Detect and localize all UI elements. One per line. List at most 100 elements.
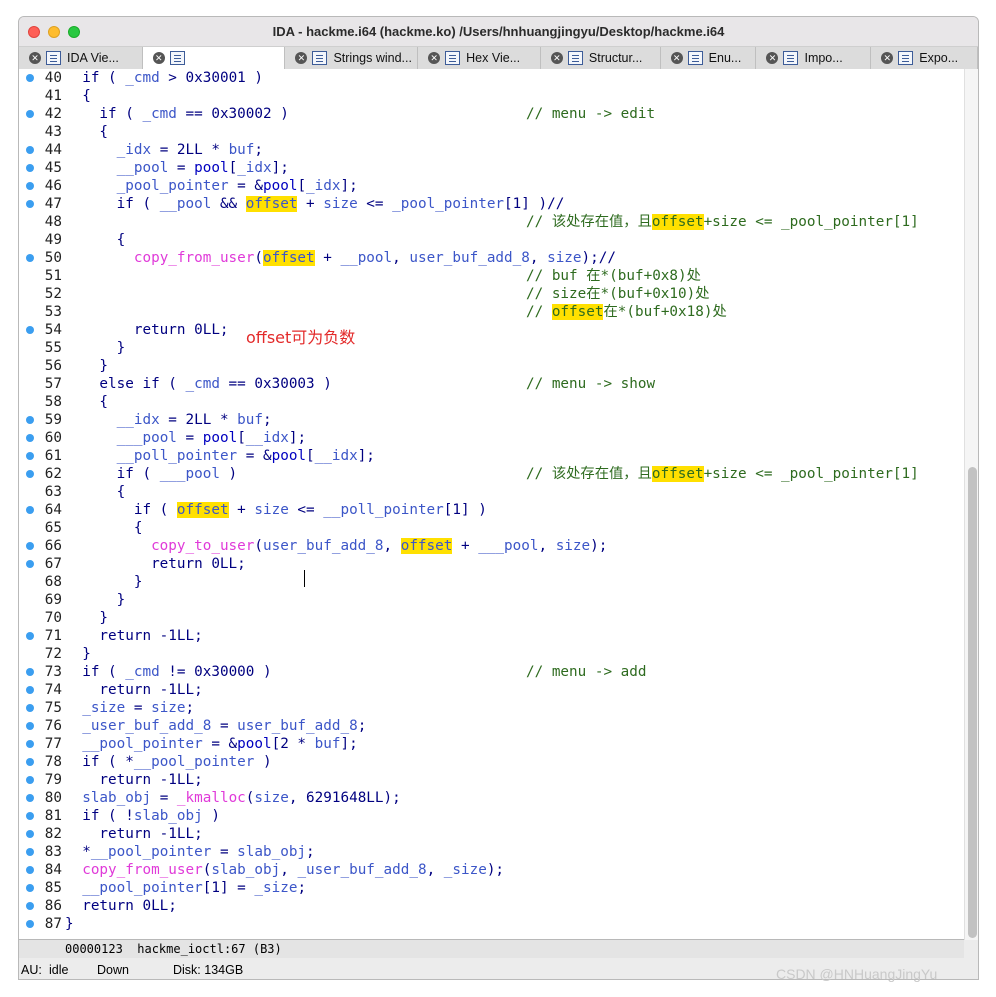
code-line[interactable]: 74 return -1LL; xyxy=(19,681,964,699)
code-line[interactable]: 68 } xyxy=(19,573,964,591)
breakpoint-dot-icon[interactable] xyxy=(26,470,34,478)
code-line[interactable]: 87} xyxy=(19,915,964,933)
highlighted-offset[interactable]: offset xyxy=(400,538,453,554)
code-variable[interactable]: user_buf_add_8 xyxy=(263,538,384,554)
close-icon[interactable]: ✕ xyxy=(295,52,308,64)
code-variable[interactable]: ___pool xyxy=(160,466,220,482)
code-line[interactable]: 55 } xyxy=(19,339,964,357)
tab-structures[interactable]: ✕ Structur... xyxy=(540,47,661,69)
breakpoint-dot-icon[interactable] xyxy=(26,884,34,892)
code-line[interactable]: 75 _size = size; xyxy=(19,699,964,717)
breakpoint-dot-icon[interactable] xyxy=(26,632,34,640)
code-line[interactable]: 46 _pool_pointer = &pool[_idx]; xyxy=(19,177,964,195)
code-global[interactable]: pool xyxy=(203,430,237,446)
breakpoint-dot-icon[interactable] xyxy=(26,830,34,838)
code-function[interactable]: _kmalloc xyxy=(177,790,246,806)
code-line[interactable]: 58 { xyxy=(19,393,964,411)
tab-ida-view[interactable]: ✕ IDA Vie... xyxy=(19,47,143,69)
highlighted-offset[interactable]: offset xyxy=(651,214,704,230)
code-line[interactable]: 56 } xyxy=(19,357,964,375)
code-variable[interactable]: slab_obj xyxy=(237,844,306,860)
breakpoint-dot-icon[interactable] xyxy=(26,416,34,424)
code-global[interactable]: pool xyxy=(237,736,271,752)
code-line[interactable]: 64 if ( offset + size <= __poll_pointer[… xyxy=(19,501,964,519)
code-variable[interactable]: _size xyxy=(254,880,297,896)
code-variable[interactable]: slab_obj xyxy=(82,790,151,806)
code-variable[interactable]: __idx xyxy=(246,430,289,446)
code-variable[interactable]: __poll_pointer xyxy=(117,448,238,464)
breakpoint-dot-icon[interactable] xyxy=(26,920,34,928)
close-icon[interactable]: ✕ xyxy=(428,52,441,64)
code-variable[interactable]: buf xyxy=(237,412,263,428)
code-variable[interactable]: buf xyxy=(229,142,255,158)
code-line[interactable]: 77 __pool_pointer = &pool[2 * buf]; xyxy=(19,735,964,753)
breakpoint-dot-icon[interactable] xyxy=(26,182,34,190)
breakpoint-dot-icon[interactable] xyxy=(26,506,34,514)
code-line[interactable]: 57 else if ( _cmd == 0x30003 ) // menu ->… xyxy=(19,375,964,393)
pseudocode-view[interactable]: 40 if ( _cmd > 0x30001 ) 41 { 42 if ( _c… xyxy=(19,69,964,940)
code-line[interactable]: 73 if ( _cmd != 0x30000 ) // menu -> add xyxy=(19,663,964,681)
code-line[interactable]: 63 { xyxy=(19,483,964,501)
code-variable[interactable]: size xyxy=(254,502,288,518)
code-variable[interactable]: _size xyxy=(82,700,125,716)
code-variable[interactable]: ___pool xyxy=(117,430,177,446)
code-variable[interactable]: slab_obj xyxy=(134,808,203,824)
code-line[interactable]: 45 __pool = pool[_idx]; xyxy=(19,159,964,177)
code-line[interactable]: 84 copy_from_user(slab_obj, _user_buf_ad… xyxy=(19,861,964,879)
code-variable[interactable]: _cmd xyxy=(186,376,220,392)
breakpoint-dot-icon[interactable] xyxy=(26,722,34,730)
code-variable[interactable]: size xyxy=(547,250,581,266)
highlighted-offset[interactable]: offset xyxy=(551,304,604,320)
code-variable[interactable]: __pool xyxy=(160,196,212,212)
breakpoint-dot-icon[interactable] xyxy=(26,794,34,802)
code-variable[interactable]: ___pool xyxy=(478,538,538,554)
code-line[interactable]: 49 { xyxy=(19,231,964,249)
tab-strings-window[interactable]: ✕ Strings wind... xyxy=(285,47,419,69)
tab-hex-view[interactable]: ✕ Hex Vie... xyxy=(418,47,541,69)
code-variable[interactable]: __idx xyxy=(315,448,358,464)
code-line[interactable]: 41 { xyxy=(19,87,964,105)
breakpoint-dot-icon[interactable] xyxy=(26,812,34,820)
code-line[interactable]: 42 if ( _cmd == 0x30002 ) // menu -> edit xyxy=(19,105,964,123)
code-global[interactable]: pool xyxy=(194,160,228,176)
code-line[interactable]: 66 copy_to_user(user_buf_add_8, offset +… xyxy=(19,537,964,555)
code-variable[interactable]: user_buf_add_8 xyxy=(409,250,530,266)
breakpoint-dot-icon[interactable] xyxy=(26,686,34,694)
code-line[interactable]: 47 if ( __pool && offset + size <= _pool… xyxy=(19,195,964,213)
code-variable[interactable]: size xyxy=(254,790,288,806)
close-icon[interactable]: ✕ xyxy=(670,52,683,64)
highlighted-offset[interactable]: offset xyxy=(651,466,704,482)
code-variable[interactable]: _idx xyxy=(237,160,271,176)
breakpoint-dot-icon[interactable] xyxy=(26,74,34,82)
code-line[interactable]: 65 { xyxy=(19,519,964,537)
code-line[interactable]: 82 return -1LL; xyxy=(19,825,964,843)
scrollbar-thumb[interactable] xyxy=(968,467,977,938)
code-line[interactable]: 72 } xyxy=(19,645,964,663)
code-line[interactable]: 52 // size在*(buf+0x10)处 xyxy=(19,285,964,303)
code-line[interactable]: 60 ___pool = pool[__idx]; xyxy=(19,429,964,447)
code-line[interactable]: 48 // 该处存在值，且offset+size <= _pool_pointer… xyxy=(19,213,964,231)
tab-exports[interactable]: ✕ Expo... xyxy=(871,47,978,69)
code-variable[interactable]: _cmd xyxy=(142,106,176,122)
close-icon[interactable]: ✕ xyxy=(152,52,165,64)
code-line[interactable]: 61 __poll_pointer = &pool[__idx]; xyxy=(19,447,964,465)
code-variable[interactable]: __pool xyxy=(117,160,169,176)
highlighted-offset[interactable]: offset xyxy=(176,502,229,518)
code-global[interactable]: pool xyxy=(263,178,297,194)
breakpoint-dot-icon[interactable] xyxy=(26,902,34,910)
code-line[interactable]: 76 _user_buf_add_8 = user_buf_add_8; xyxy=(19,717,964,735)
code-function[interactable]: copy_from_user xyxy=(134,250,255,266)
code-line[interactable]: 43 { xyxy=(19,123,964,141)
breakpoint-dot-icon[interactable] xyxy=(26,326,34,334)
code-variable[interactable]: size xyxy=(151,700,185,716)
vertical-scrollbar[interactable] xyxy=(964,69,978,940)
breakpoint-dot-icon[interactable] xyxy=(26,668,34,676)
breakpoint-dot-icon[interactable] xyxy=(26,110,34,118)
code-line[interactable]: 62 if ( ___pool ) // 该处存在值，且offset+size <… xyxy=(19,465,964,483)
code-variable[interactable]: _user_buf_add_8 xyxy=(82,718,211,734)
breakpoint-dot-icon[interactable] xyxy=(26,146,34,154)
code-variable[interactable]: __pool_pointer xyxy=(91,844,212,860)
code-line[interactable]: 85 __pool_pointer[1] = _size; xyxy=(19,879,964,897)
code-variable[interactable]: __poll_pointer xyxy=(323,502,444,518)
breakpoint-dot-icon[interactable] xyxy=(26,758,34,766)
